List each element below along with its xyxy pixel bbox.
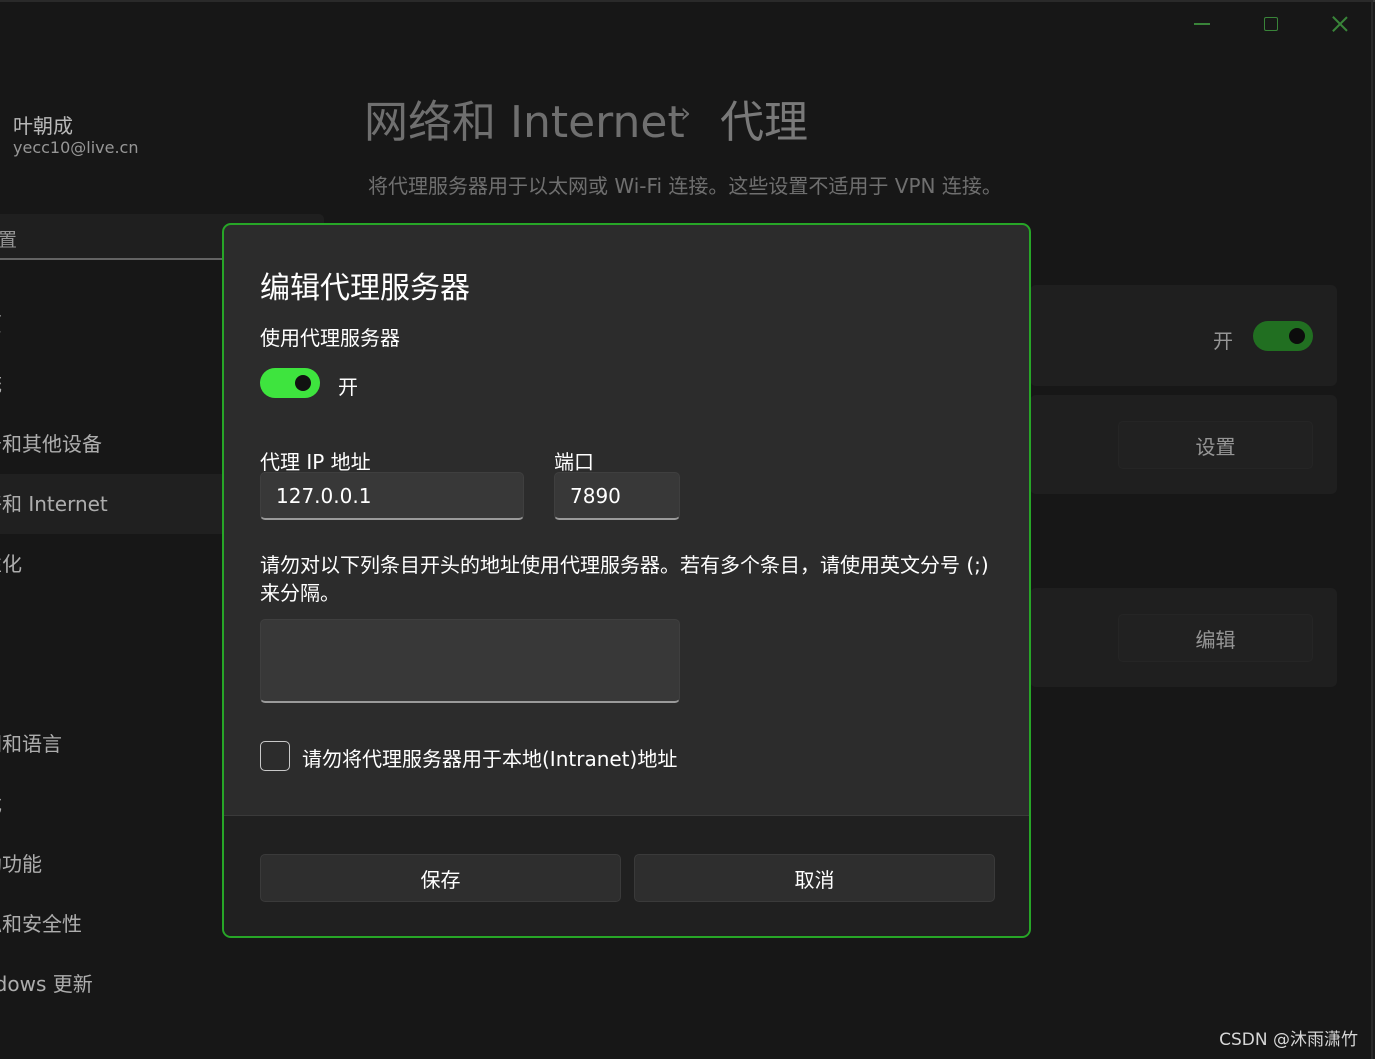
edit-proxy-dialog: 编辑代理服务器 使用代理服务器 开 代理 IP 地址 端口 请勿对以下列条目开头… — [222, 223, 1031, 938]
bypass-local-checkbox[interactable] — [260, 741, 290, 771]
save-button[interactable]: 保存 — [260, 854, 621, 902]
port-input[interactable] — [554, 472, 680, 520]
cancel-button[interactable]: 取消 — [634, 854, 995, 902]
dialog-title: 编辑代理服务器 — [260, 271, 470, 306]
proxy-ip-label: 代理 IP 地址 — [260, 450, 371, 474]
exceptions-input[interactable] — [260, 619, 680, 703]
proxy-ip-input[interactable] — [260, 472, 524, 520]
dialog-footer: 保存 取消 — [224, 815, 1029, 936]
exceptions-hint: 请勿对以下列条目开头的地址使用代理服务器。若有多个条目，请使用英文分号 (;) … — [260, 553, 989, 605]
use-proxy-toggle[interactable] — [260, 368, 320, 398]
watermark: CSDN @沐雨潇竹 — [1219, 1030, 1358, 1050]
toggle-state-label: 开 — [338, 375, 358, 399]
bypass-local-label: 请勿将代理服务器用于本地(Intranet)地址 — [302, 747, 678, 771]
port-label: 端口 — [554, 450, 594, 474]
use-proxy-label: 使用代理服务器 — [260, 326, 400, 350]
